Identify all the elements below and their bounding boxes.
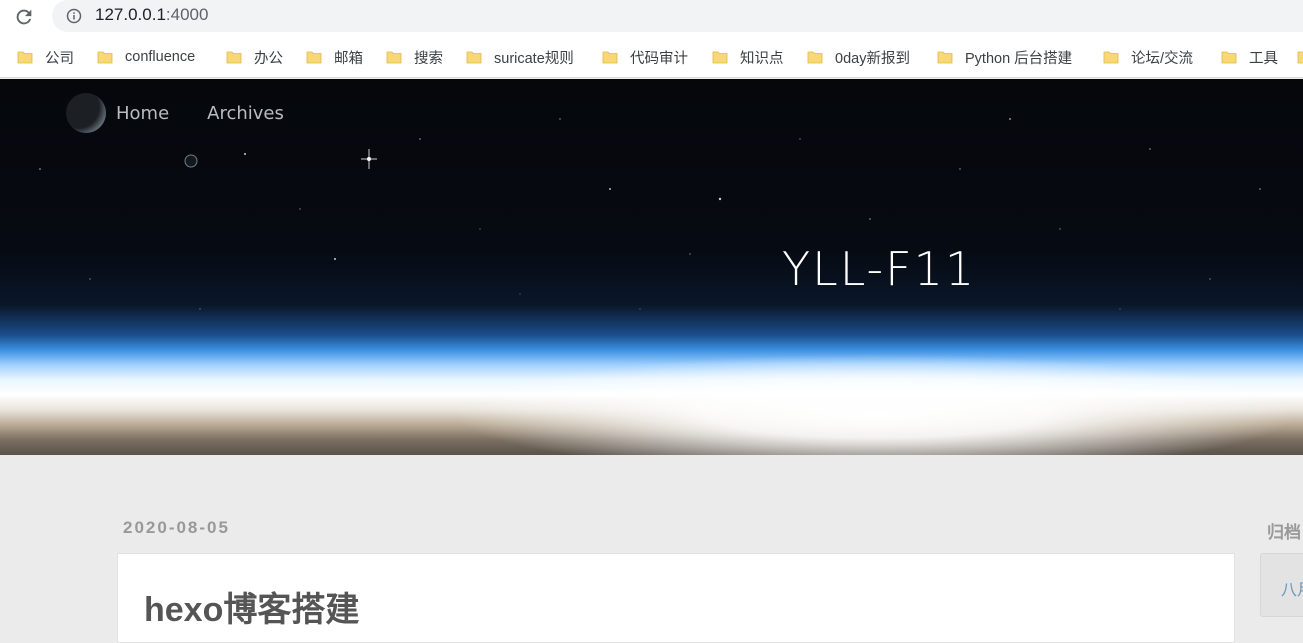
- post-title[interactable]: hexo博客搭建: [144, 582, 359, 631]
- bookmark-folder[interactable]: 邮箱: [306, 47, 363, 67]
- bookmark-overflow[interactable]: [1297, 47, 1303, 67]
- post-date: 2020-08-05: [123, 518, 230, 537]
- bookmark-folder[interactable]: Python 后台搭建: [937, 47, 1072, 67]
- bookmark-label: 公司: [45, 50, 74, 67]
- bookmark-label: 知识点: [740, 50, 784, 67]
- folder-icon: [97, 50, 113, 64]
- bookmark-folder[interactable]: 代码审计: [602, 47, 688, 67]
- folder-icon: [226, 50, 242, 64]
- nav-archives[interactable]: Archives: [207, 103, 284, 124]
- bookmark-folder[interactable]: 公司: [17, 47, 74, 67]
- bookmark-folder[interactable]: 搜索: [386, 47, 443, 67]
- sparkle-star: [361, 149, 377, 169]
- bookmark-label: 论坛/交流: [1131, 50, 1194, 67]
- folder-icon: [807, 50, 823, 64]
- bookmark-label: 搜索: [414, 50, 443, 67]
- folder-icon: [306, 50, 322, 64]
- folder-icon: [937, 50, 953, 64]
- bookmark-label: confluence: [125, 49, 196, 65]
- reload-icon[interactable]: [13, 6, 35, 28]
- bookmark-label: 工具: [1249, 50, 1278, 67]
- bookmark-folder[interactable]: 0day新报到: [807, 47, 910, 67]
- folder-icon: [1103, 50, 1119, 64]
- bookmark-folder[interactable]: suricate规则: [466, 47, 574, 67]
- bookmark-folder[interactable]: 论坛/交流: [1103, 47, 1193, 67]
- info-icon[interactable]: [66, 8, 82, 24]
- bookmark-label: Python 后台搭建: [965, 50, 1073, 67]
- url-port: :4000: [165, 5, 209, 24]
- main-nav: Home Archives: [66, 93, 322, 133]
- sidebar-archive-box: 八月: [1260, 553, 1303, 617]
- bookmark-label: 办公: [254, 50, 283, 67]
- folder-icon: [17, 50, 33, 64]
- hero-banner: Home Archives YLL-F11: [0, 79, 1303, 455]
- folder-icon: [466, 50, 482, 64]
- folder-icon: [602, 50, 618, 64]
- bookmark-folder[interactable]: confluence: [97, 47, 195, 67]
- nav-home[interactable]: Home: [116, 103, 169, 124]
- sidebar-archive-title: 归档: [1267, 523, 1301, 542]
- browser-toolbar: 127.0.0.1:4000: [0, 0, 1303, 34]
- url-text[interactable]: 127.0.0.1:4000: [95, 5, 208, 25]
- bookmark-folder[interactable]: 工具: [1221, 47, 1278, 67]
- archive-month-link[interactable]: 八月: [1281, 576, 1303, 600]
- bookmark-label: 邮箱: [334, 50, 363, 67]
- folder-icon: [712, 50, 728, 64]
- folder-icon: [1221, 50, 1237, 64]
- folder-icon: [1297, 50, 1303, 64]
- bookmark-label: suricate规则: [494, 50, 574, 67]
- site-title[interactable]: YLL-F11: [782, 242, 976, 296]
- bookmark-folder[interactable]: 办公: [226, 47, 283, 67]
- bookmarks-bar: 公司 confluence 办公 邮箱 搜索 suricate规则 代码审计 知…: [0, 34, 1303, 78]
- site-logo-moon[interactable]: [66, 93, 106, 133]
- bookmark-label: 代码审计: [630, 50, 688, 67]
- address-bar[interactable]: 127.0.0.1:4000: [52, 0, 1303, 32]
- starfield: [39, 118, 1261, 310]
- url-host: 127.0.0.1: [95, 5, 166, 24]
- post-card: hexo博客搭建: [117, 553, 1235, 643]
- bookmark-folder[interactable]: 知识点: [712, 47, 784, 67]
- bookmark-label: 0day新报到: [835, 50, 910, 67]
- folder-icon: [386, 50, 402, 64]
